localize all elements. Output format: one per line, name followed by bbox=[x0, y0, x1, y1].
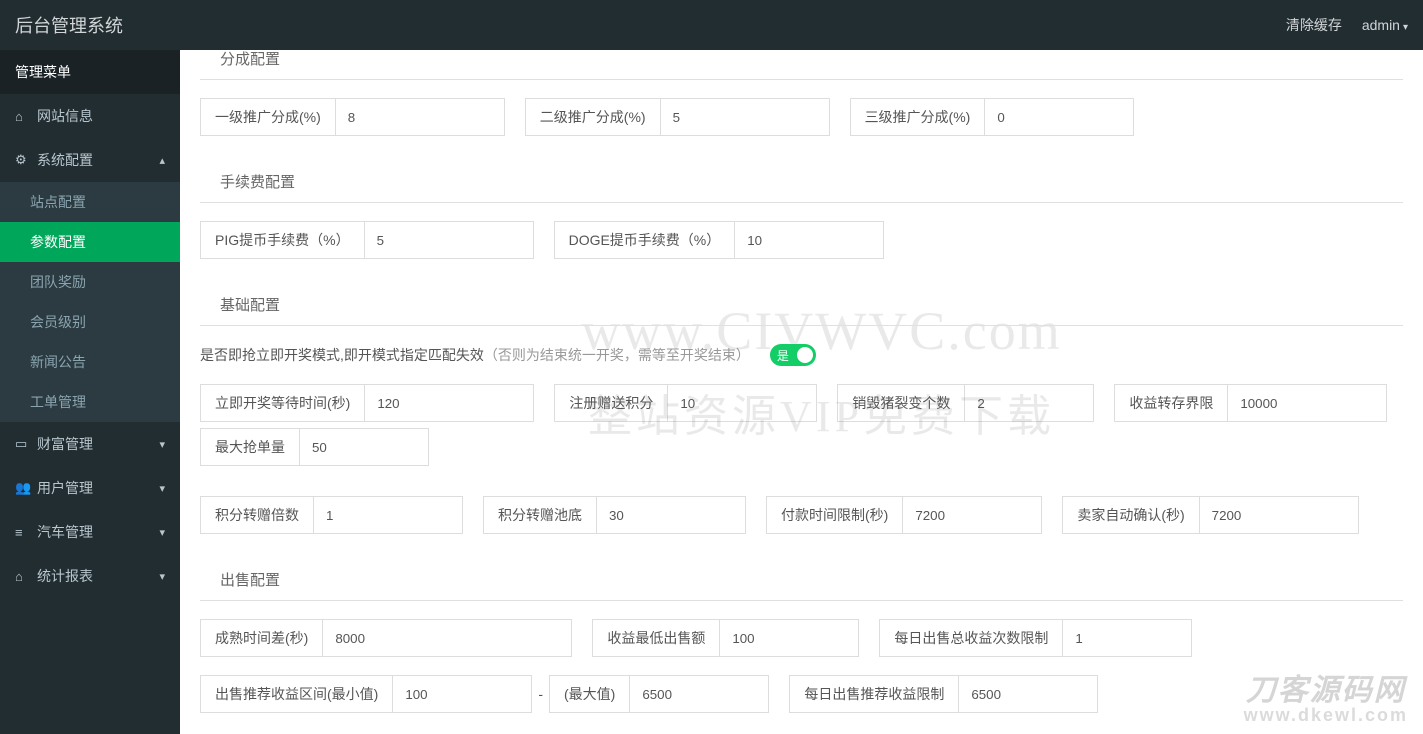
credit-card-icon: ▭ bbox=[15, 436, 29, 452]
sidebar-item-site-info[interactable]: ⌂ 网站信息 bbox=[0, 94, 180, 138]
sidebar-label: 用户管理 bbox=[37, 478, 93, 498]
users-icon: 👥 bbox=[15, 480, 29, 496]
field-label: 每日出售推荐收益限制 bbox=[789, 675, 958, 713]
list-icon: ≡ bbox=[15, 525, 29, 540]
user-menu[interactable]: admin▾ bbox=[1362, 17, 1408, 33]
footer-copyright: 2018-2020 © bbox=[200, 713, 1403, 734]
section-commission: 分成配置 一级推广分成(%) 二级推广分成(%) 三级推广分成(%) bbox=[200, 50, 1403, 136]
field-label: 积分转赠池底 bbox=[483, 496, 596, 534]
sidebar-label: 系统配置 bbox=[37, 150, 93, 170]
field-label: 注册赠送积分 bbox=[554, 384, 667, 422]
section-title: 分成配置 bbox=[212, 50, 288, 79]
field-label: 每日出售总收益次数限制 bbox=[879, 619, 1062, 657]
section-title: 手续费配置 bbox=[212, 171, 303, 202]
pay-timeout-input[interactable] bbox=[902, 496, 1042, 534]
reg-points-input[interactable] bbox=[667, 384, 817, 422]
toggle-dot bbox=[797, 347, 813, 363]
field-label: 收益转存界限 bbox=[1114, 384, 1227, 422]
pig-fee-input[interactable] bbox=[364, 221, 534, 259]
section-basic: 基础配置 是否即抢立即开奖模式,即开模式指定匹配失效（否则为结束统一开奖，需等至… bbox=[200, 294, 1403, 534]
field-label: 成熟时间差(秒) bbox=[200, 619, 322, 657]
field-label: 积分转赠倍数 bbox=[200, 496, 313, 534]
sub-item-team[interactable]: 团队奖励 bbox=[0, 262, 180, 302]
section-fee: 手续费配置 PIG提币手续费（%） DOGE提币手续费（%） bbox=[200, 171, 1403, 259]
cogs-icon: ⚙ bbox=[15, 152, 29, 168]
sidebar-label: 财富管理 bbox=[37, 434, 93, 454]
field-label: 销毁猪裂变个数 bbox=[837, 384, 964, 422]
level1-input[interactable] bbox=[335, 98, 505, 136]
sidebar-item-car[interactable]: ≡ 汽车管理 ▾ bbox=[0, 510, 180, 554]
toggle-label: 是否即抢立即开奖模式,即开模式指定匹配失效（否则为结束统一开奖，需等至开奖结束） bbox=[200, 345, 750, 365]
daily-sell-limit-input[interactable] bbox=[1062, 619, 1192, 657]
sidebar-label: 统计报表 bbox=[37, 566, 93, 586]
range-min-input[interactable] bbox=[392, 675, 532, 713]
min-sell-input[interactable] bbox=[719, 619, 859, 657]
section-sale: 出售配置 成熟时间差(秒) 收益最低出售额 每日出售总收益次数限制 bbox=[200, 569, 1403, 713]
field-label: 最大抢单量 bbox=[200, 428, 299, 466]
sub-item-params[interactable]: 参数配置 bbox=[0, 222, 180, 262]
field-label: 二级推广分成(%) bbox=[525, 98, 660, 136]
chevron-down-icon: ▾ bbox=[159, 438, 165, 451]
sub-item-member[interactable]: 会员级别 bbox=[0, 302, 180, 342]
chevron-down-icon: ▾ bbox=[159, 526, 165, 539]
field-label: 付款时间限制(秒) bbox=[766, 496, 902, 534]
sidebar-item-wealth[interactable]: ▭ 财富管理 ▾ bbox=[0, 422, 180, 466]
sidebar: 管理菜单 ⌂ 网站信息 ⚙ 系统配置 ▴ 站点配置 参数配置 团队奖励 会员级别… bbox=[0, 50, 180, 734]
field-label: PIG提币手续费（%） bbox=[200, 221, 364, 259]
section-title: 出售配置 bbox=[212, 569, 288, 600]
chevron-down-icon: ▾ bbox=[159, 570, 165, 583]
doge-fee-input[interactable] bbox=[734, 221, 884, 259]
instant-lottery-toggle[interactable]: 是 bbox=[770, 344, 816, 366]
sidebar-item-system-config[interactable]: ⚙ 系统配置 ▴ bbox=[0, 138, 180, 182]
sub-item-site[interactable]: 站点配置 bbox=[0, 182, 180, 222]
range-max-input[interactable] bbox=[629, 675, 769, 713]
field-label: (最大值) bbox=[549, 675, 629, 713]
brand-title: 后台管理系统 bbox=[15, 12, 180, 38]
mature-diff-input[interactable] bbox=[322, 619, 572, 657]
lottery-wait-input[interactable] bbox=[364, 384, 534, 422]
field-label: 一级推广分成(%) bbox=[200, 98, 335, 136]
submenu-system-config: 站点配置 参数配置 团队奖励 会员级别 新闻公告 工单管理 bbox=[0, 182, 180, 422]
destroy-split-input[interactable] bbox=[964, 384, 1094, 422]
main-content: www.CIVWVC.com 整站资源VIP免费下载 分成配置 一级推广分成(%… bbox=[180, 50, 1423, 734]
field-label: 收益最低出售额 bbox=[592, 619, 719, 657]
sidebar-item-stats[interactable]: ⌂ 统计报表 ▾ bbox=[0, 554, 180, 598]
field-label: DOGE提币手续费（%） bbox=[554, 221, 735, 259]
seller-confirm-input[interactable] bbox=[1199, 496, 1359, 534]
max-grab-input[interactable] bbox=[299, 428, 429, 466]
sidebar-label: 汽车管理 bbox=[37, 522, 93, 542]
sidebar-label: 网站信息 bbox=[37, 106, 93, 126]
level3-input[interactable] bbox=[984, 98, 1134, 136]
points-multi-input[interactable] bbox=[313, 496, 463, 534]
chevron-down-icon: ▾ bbox=[159, 482, 165, 495]
points-floor-input[interactable] bbox=[596, 496, 746, 534]
field-label: 卖家自动确认(秒) bbox=[1062, 496, 1198, 534]
level2-input[interactable] bbox=[660, 98, 830, 136]
home-icon: ⌂ bbox=[15, 109, 29, 124]
sub-item-ticket[interactable]: 工单管理 bbox=[0, 382, 180, 422]
sidebar-item-users[interactable]: 👥 用户管理 ▾ bbox=[0, 466, 180, 510]
range-dash: - bbox=[532, 675, 549, 713]
chevron-down-icon: ▾ bbox=[1403, 22, 1408, 33]
sidebar-header: 管理菜单 bbox=[0, 50, 180, 94]
chevron-up-icon: ▴ bbox=[159, 154, 165, 167]
daily-rec-limit-input[interactable] bbox=[958, 675, 1098, 713]
field-label: 出售推荐收益区间(最小值) bbox=[200, 675, 392, 713]
field-label: 立即开奖等待时间(秒) bbox=[200, 384, 364, 422]
profit-limit-input[interactable] bbox=[1227, 384, 1387, 422]
sub-item-news[interactable]: 新闻公告 bbox=[0, 342, 180, 382]
home-icon: ⌂ bbox=[15, 569, 29, 584]
section-title: 基础配置 bbox=[212, 294, 288, 325]
field-label: 三级推广分成(%) bbox=[850, 98, 985, 136]
clear-cache-link[interactable]: 清除缓存 bbox=[1286, 15, 1342, 35]
